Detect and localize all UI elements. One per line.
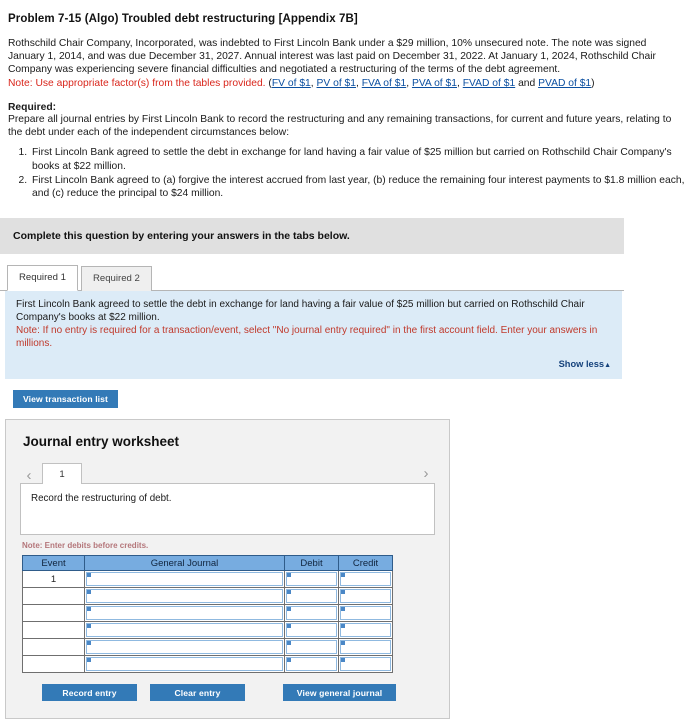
cell-general-journal-4[interactable] bbox=[84, 621, 285, 640]
problem-stem-paragraph: Rothschild Chair Company, Incorporated, … bbox=[8, 38, 656, 76]
cell-debit-6[interactable] bbox=[284, 655, 339, 674]
table-row bbox=[22, 604, 393, 623]
required-tabs: Required 1 Required 2 bbox=[0, 263, 624, 292]
cell-credit-4[interactable] bbox=[338, 621, 393, 640]
cell-event-6 bbox=[22, 655, 85, 674]
chevron-right-icon[interactable]: › bbox=[417, 466, 435, 481]
account-input-3[interactable] bbox=[86, 606, 283, 621]
table-row bbox=[22, 638, 393, 657]
tab-required-2[interactable]: Required 2 bbox=[80, 266, 152, 292]
journal-entry-worksheet-panel: Journal entry worksheet ‹ 1 › Record the… bbox=[5, 419, 450, 720]
account-input-4[interactable] bbox=[86, 623, 283, 638]
debit-input-1[interactable] bbox=[286, 572, 337, 587]
requirements-list: First Lincoln Bank agreed to settle the … bbox=[0, 146, 692, 200]
cell-event-3 bbox=[22, 604, 85, 623]
debit-input-3[interactable] bbox=[286, 606, 337, 621]
info-box-line-1: First Lincoln Bank agreed to settle the … bbox=[16, 299, 585, 324]
clear-entry-button[interactable]: Clear entry bbox=[150, 684, 245, 702]
cell-credit-3[interactable] bbox=[338, 604, 393, 623]
table-row bbox=[22, 621, 393, 640]
credit-input-6[interactable] bbox=[340, 657, 391, 672]
show-less-label: Show less bbox=[558, 359, 605, 370]
cell-general-journal-6[interactable] bbox=[84, 655, 285, 674]
link-pv-of-1[interactable]: PV of $1 bbox=[317, 78, 357, 89]
requirement-info-box: First Lincoln Bank agreed to settle the … bbox=[5, 291, 622, 380]
link-fv-of-1[interactable]: FV of $1 bbox=[272, 78, 311, 89]
tab-required-1[interactable]: Required 1 bbox=[7, 265, 78, 292]
table-row bbox=[22, 655, 393, 674]
requirement-item-1: First Lincoln Bank agreed to settle the … bbox=[30, 146, 692, 173]
problem-page: Problem 7-15 (Algo) Troubled debt restru… bbox=[0, 0, 692, 723]
show-less-toggle[interactable]: Show less▲ bbox=[16, 358, 611, 372]
cell-event-5 bbox=[22, 638, 85, 657]
cell-general-journal-1[interactable] bbox=[84, 570, 285, 589]
page-title: Problem 7-15 (Algo) Troubled debt restru… bbox=[8, 13, 358, 25]
journal-entry-table: Event General Journal Debit Credit 1 bbox=[22, 555, 393, 674]
complete-question-banner: Complete this question by entering your … bbox=[0, 218, 624, 255]
cell-debit-5[interactable] bbox=[284, 638, 339, 657]
account-input-2[interactable] bbox=[86, 589, 283, 604]
debit-input-2[interactable] bbox=[286, 589, 337, 604]
column-header-event: Event bbox=[22, 555, 85, 572]
cell-general-journal-3[interactable] bbox=[84, 604, 285, 623]
table-row bbox=[22, 587, 393, 606]
cell-debit-1[interactable] bbox=[284, 570, 339, 589]
link-pva-of-1[interactable]: PVA of $1 bbox=[412, 78, 457, 89]
link-fvad-of-1[interactable]: FVAD of $1 bbox=[463, 78, 515, 89]
credit-input-5[interactable] bbox=[340, 640, 391, 655]
cell-credit-1[interactable] bbox=[338, 570, 393, 589]
requirement-item-2: First Lincoln Bank agreed to (a) forgive… bbox=[30, 174, 692, 201]
worksheet-description: Record the restructuring of debt. bbox=[20, 483, 435, 536]
credit-input-3[interactable] bbox=[340, 606, 391, 621]
tables-note-label: Note: Use appropriate factor(s) from the… bbox=[8, 77, 266, 89]
record-entry-button[interactable]: Record entry bbox=[42, 684, 137, 702]
debit-input-6[interactable] bbox=[286, 657, 337, 672]
credit-input-4[interactable] bbox=[340, 623, 391, 638]
links-close-paren: ) bbox=[591, 77, 595, 89]
worksheet-title: Journal entry worksheet bbox=[23, 434, 180, 450]
column-header-debit: Debit bbox=[284, 555, 339, 572]
debit-input-5[interactable] bbox=[286, 640, 337, 655]
cell-general-journal-2[interactable] bbox=[84, 587, 285, 606]
required-label: Required: bbox=[8, 101, 57, 113]
cell-event-1: 1 bbox=[22, 570, 85, 589]
cell-event-4 bbox=[22, 621, 85, 640]
worksheet-action-bar: Record entry Clear entry View general jo… bbox=[22, 684, 396, 704]
account-input-6[interactable] bbox=[86, 657, 283, 672]
column-header-general-journal: General Journal bbox=[84, 555, 285, 572]
info-box-note: Note: If no entry is required for a tran… bbox=[16, 325, 598, 350]
view-transaction-list-button[interactable]: View transaction list bbox=[13, 390, 118, 409]
credit-input-2[interactable] bbox=[340, 589, 391, 604]
cell-credit-2[interactable] bbox=[338, 587, 393, 606]
worksheet-pagination: ‹ 1 › bbox=[20, 459, 435, 485]
debit-input-4[interactable] bbox=[286, 623, 337, 638]
table-header-row: Event General Journal Debit Credit bbox=[22, 555, 393, 572]
cell-debit-2[interactable] bbox=[284, 587, 339, 606]
account-input-1[interactable] bbox=[86, 572, 283, 587]
link-fva-of-1[interactable]: FVA of $1 bbox=[362, 78, 406, 89]
cell-credit-6[interactable] bbox=[338, 655, 393, 674]
cell-debit-4[interactable] bbox=[284, 621, 339, 640]
account-input-5[interactable] bbox=[86, 640, 283, 655]
column-header-credit: Credit bbox=[338, 555, 393, 572]
table-row: 1 bbox=[22, 570, 393, 589]
chevron-left-icon[interactable]: ‹ bbox=[20, 468, 38, 483]
worksheet-page-tab-1[interactable]: 1 bbox=[42, 463, 82, 485]
debits-before-credits-note: Note: Enter debits before credits. bbox=[22, 541, 149, 551]
cell-general-journal-5[interactable] bbox=[84, 638, 285, 657]
view-general-journal-button[interactable]: View general journal bbox=[283, 684, 396, 702]
link-and: and bbox=[515, 77, 539, 89]
required-instructions: Prepare all journal entries by First Lin… bbox=[8, 113, 672, 139]
caret-up-icon: ▲ bbox=[604, 362, 611, 370]
tables-note-line: Note: Use appropriate factor(s) from the… bbox=[8, 77, 682, 90]
credit-input-1[interactable] bbox=[340, 572, 391, 587]
cell-event-2 bbox=[22, 587, 85, 606]
problem-statement: Rothschild Chair Company, Incorporated, … bbox=[0, 25, 692, 90]
link-pvad-of-1[interactable]: PVAD of $1 bbox=[538, 78, 591, 89]
cell-debit-3[interactable] bbox=[284, 604, 339, 623]
cell-credit-5[interactable] bbox=[338, 638, 393, 657]
